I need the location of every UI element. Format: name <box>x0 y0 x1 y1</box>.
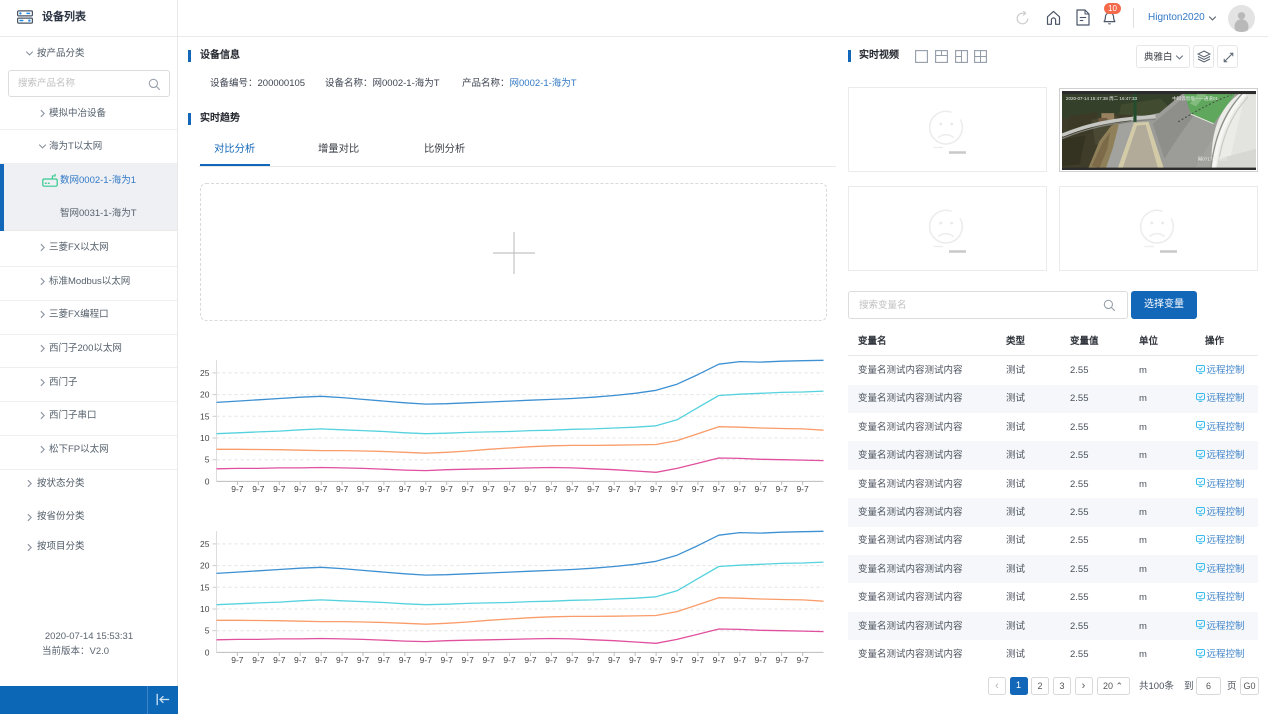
svg-text:9-7: 9-7 <box>252 484 265 494</box>
svg-text:9-7: 9-7 <box>755 655 768 665</box>
svg-text:9-7: 9-7 <box>629 655 642 665</box>
svg-text:9-7: 9-7 <box>545 655 558 665</box>
svg-text:0: 0 <box>205 647 210 657</box>
svg-text:10: 10 <box>200 604 210 614</box>
svg-text:9-7: 9-7 <box>566 655 579 665</box>
svg-text:9-7: 9-7 <box>357 655 370 665</box>
svg-text:9-7: 9-7 <box>336 655 349 665</box>
svg-text:9-7: 9-7 <box>336 484 349 494</box>
svg-text:9-7: 9-7 <box>775 655 788 665</box>
svg-text:9-7: 9-7 <box>399 484 412 494</box>
svg-text:9-7: 9-7 <box>587 484 600 494</box>
svg-text:9-7: 9-7 <box>524 484 537 494</box>
svg-text:9-7: 9-7 <box>650 484 663 494</box>
svg-text:20: 20 <box>200 390 210 400</box>
svg-text:9-7: 9-7 <box>734 655 747 665</box>
svg-text:9-7: 9-7 <box>692 484 705 494</box>
svg-text:0: 0 <box>205 476 210 486</box>
svg-text:9-7: 9-7 <box>775 484 788 494</box>
svg-text:9-7: 9-7 <box>692 655 705 665</box>
svg-text:9-7: 9-7 <box>713 655 726 665</box>
svg-text:9-7: 9-7 <box>357 484 370 494</box>
svg-text:9-7: 9-7 <box>315 655 328 665</box>
svg-text:9-7: 9-7 <box>420 484 433 494</box>
svg-text:9-7: 9-7 <box>252 655 265 665</box>
svg-text:9-7: 9-7 <box>629 484 642 494</box>
svg-text:9-7: 9-7 <box>420 655 433 665</box>
svg-text:9-7: 9-7 <box>608 484 621 494</box>
svg-text:9-7: 9-7 <box>566 484 579 494</box>
svg-text:15: 15 <box>200 411 210 421</box>
svg-text:9-7: 9-7 <box>441 655 454 665</box>
svg-text:10: 10 <box>200 433 210 443</box>
svg-text:网0717/摄像01: 网0717/摄像01 <box>1197 155 1227 162</box>
svg-text:9-7: 9-7 <box>294 484 307 494</box>
svg-text:5: 5 <box>205 626 210 636</box>
svg-text:25: 25 <box>200 539 210 549</box>
svg-text:9-7: 9-7 <box>755 484 768 494</box>
svg-text:9-7: 9-7 <box>671 484 684 494</box>
svg-text:9-7: 9-7 <box>315 484 328 494</box>
svg-text:9-7: 9-7 <box>378 655 391 665</box>
svg-text:25: 25 <box>200 368 210 378</box>
svg-text:9-7: 9-7 <box>462 655 475 665</box>
svg-text:9-7: 9-7 <box>462 484 475 494</box>
svg-text:9-7: 9-7 <box>294 655 307 665</box>
svg-text:9-7: 9-7 <box>524 655 537 665</box>
svg-text:中科云智能——通道01: 中科云智能——通道01 <box>1172 95 1218 102</box>
svg-text:15: 15 <box>200 582 210 592</box>
svg-text:9-7: 9-7 <box>503 484 516 494</box>
svg-text:9-7: 9-7 <box>796 484 809 494</box>
svg-text:9-7: 9-7 <box>231 655 244 665</box>
svg-text:9-7: 9-7 <box>503 655 516 665</box>
svg-text:9-7: 9-7 <box>378 484 391 494</box>
svg-text:9-7: 9-7 <box>482 484 495 494</box>
svg-text:9-7: 9-7 <box>713 484 726 494</box>
svg-text:9-7: 9-7 <box>273 655 286 665</box>
svg-text:9-7: 9-7 <box>587 655 600 665</box>
svg-text:9-7: 9-7 <box>441 484 454 494</box>
svg-text:20: 20 <box>200 561 210 571</box>
svg-text:9-7: 9-7 <box>482 655 495 665</box>
svg-text:9-7: 9-7 <box>545 484 558 494</box>
svg-text:5: 5 <box>205 455 210 465</box>
svg-text:9-7: 9-7 <box>231 484 244 494</box>
svg-text:9-7: 9-7 <box>796 655 809 665</box>
svg-text:9-7: 9-7 <box>650 655 663 665</box>
svg-text:9-7: 9-7 <box>608 655 621 665</box>
svg-text:9-7: 9-7 <box>734 484 747 494</box>
svg-text:9-7: 9-7 <box>399 655 412 665</box>
svg-text:9-7: 9-7 <box>671 655 684 665</box>
svg-text:9-7: 9-7 <box>273 484 286 494</box>
